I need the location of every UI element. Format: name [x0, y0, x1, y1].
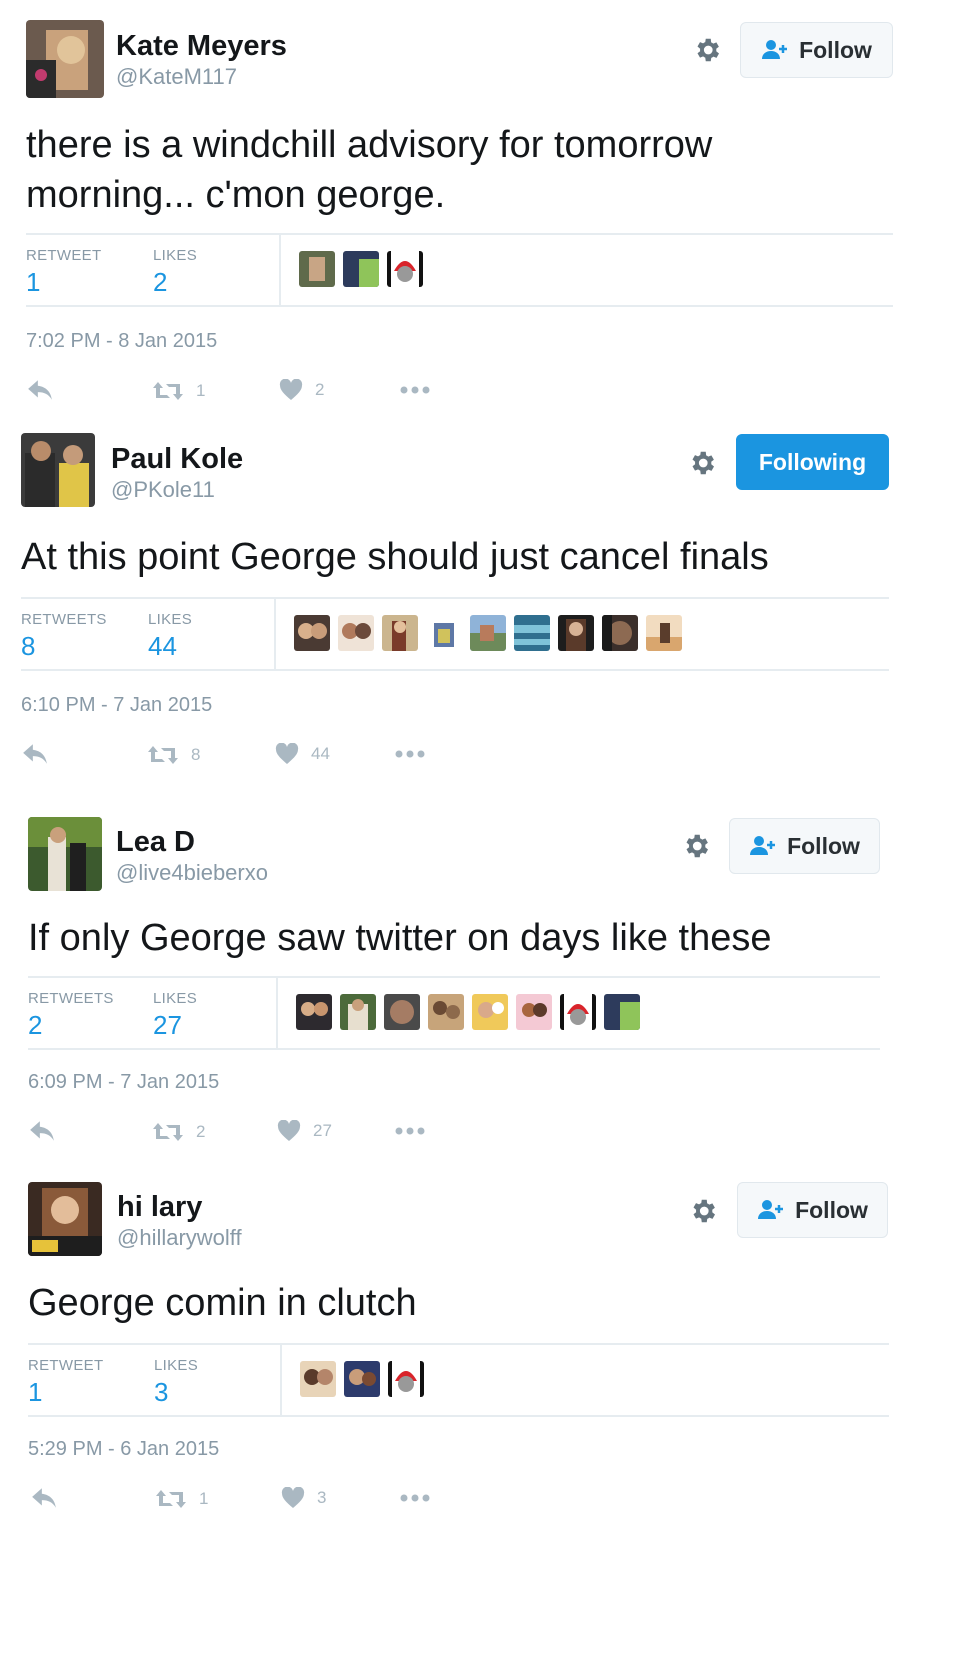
like-action[interactable]: 3	[281, 1487, 326, 1509]
likes-count-label: LIKES	[154, 1357, 199, 1374]
liker-avatar[interactable]	[344, 1361, 380, 1397]
retweet-count[interactable]: 1	[28, 1377, 42, 1408]
retweet-icon	[156, 1490, 186, 1508]
likes-count[interactable]: 3	[154, 1377, 168, 1408]
retweet-action-count: 1	[199, 1489, 209, 1508]
tweet-timestamp[interactable]: 5:29 PM - 6 Jan 2015	[28, 1438, 219, 1461]
follow-button[interactable]: Follow	[737, 1182, 888, 1238]
follow-button-label: Follow	[795, 1196, 868, 1223]
more-dots-icon	[400, 1494, 430, 1502]
user-handle[interactable]: @hillarywolff	[117, 1225, 242, 1251]
liker-avatars	[300, 1361, 424, 1397]
heart-icon	[281, 1487, 305, 1508]
liker-avatar[interactable]	[388, 1361, 424, 1397]
reply-icon	[32, 1488, 56, 1508]
retweet-action[interactable]: 1	[155, 1488, 208, 1510]
more-action[interactable]	[400, 1494, 430, 1502]
retweet-count-label: RETWEET	[28, 1357, 104, 1374]
user-name[interactable]: hi lary	[117, 1191, 202, 1224]
tweet-card: hi lary @hillarywolff Follow George comi…	[0, 0, 980, 1540]
tweet-text: George comin in clutch	[28, 1282, 417, 1324]
stats-divider	[280, 1345, 282, 1415]
reply-action[interactable]	[30, 1486, 58, 1510]
follow-user-icon	[758, 1200, 784, 1219]
liker-avatar[interactable]	[300, 1361, 336, 1397]
avatar[interactable]	[28, 1182, 102, 1256]
like-action-count: 3	[317, 1488, 327, 1507]
tweet-stats: RETWEET 1 LIKES 3	[28, 1343, 889, 1417]
gear-icon[interactable]	[688, 1196, 718, 1226]
